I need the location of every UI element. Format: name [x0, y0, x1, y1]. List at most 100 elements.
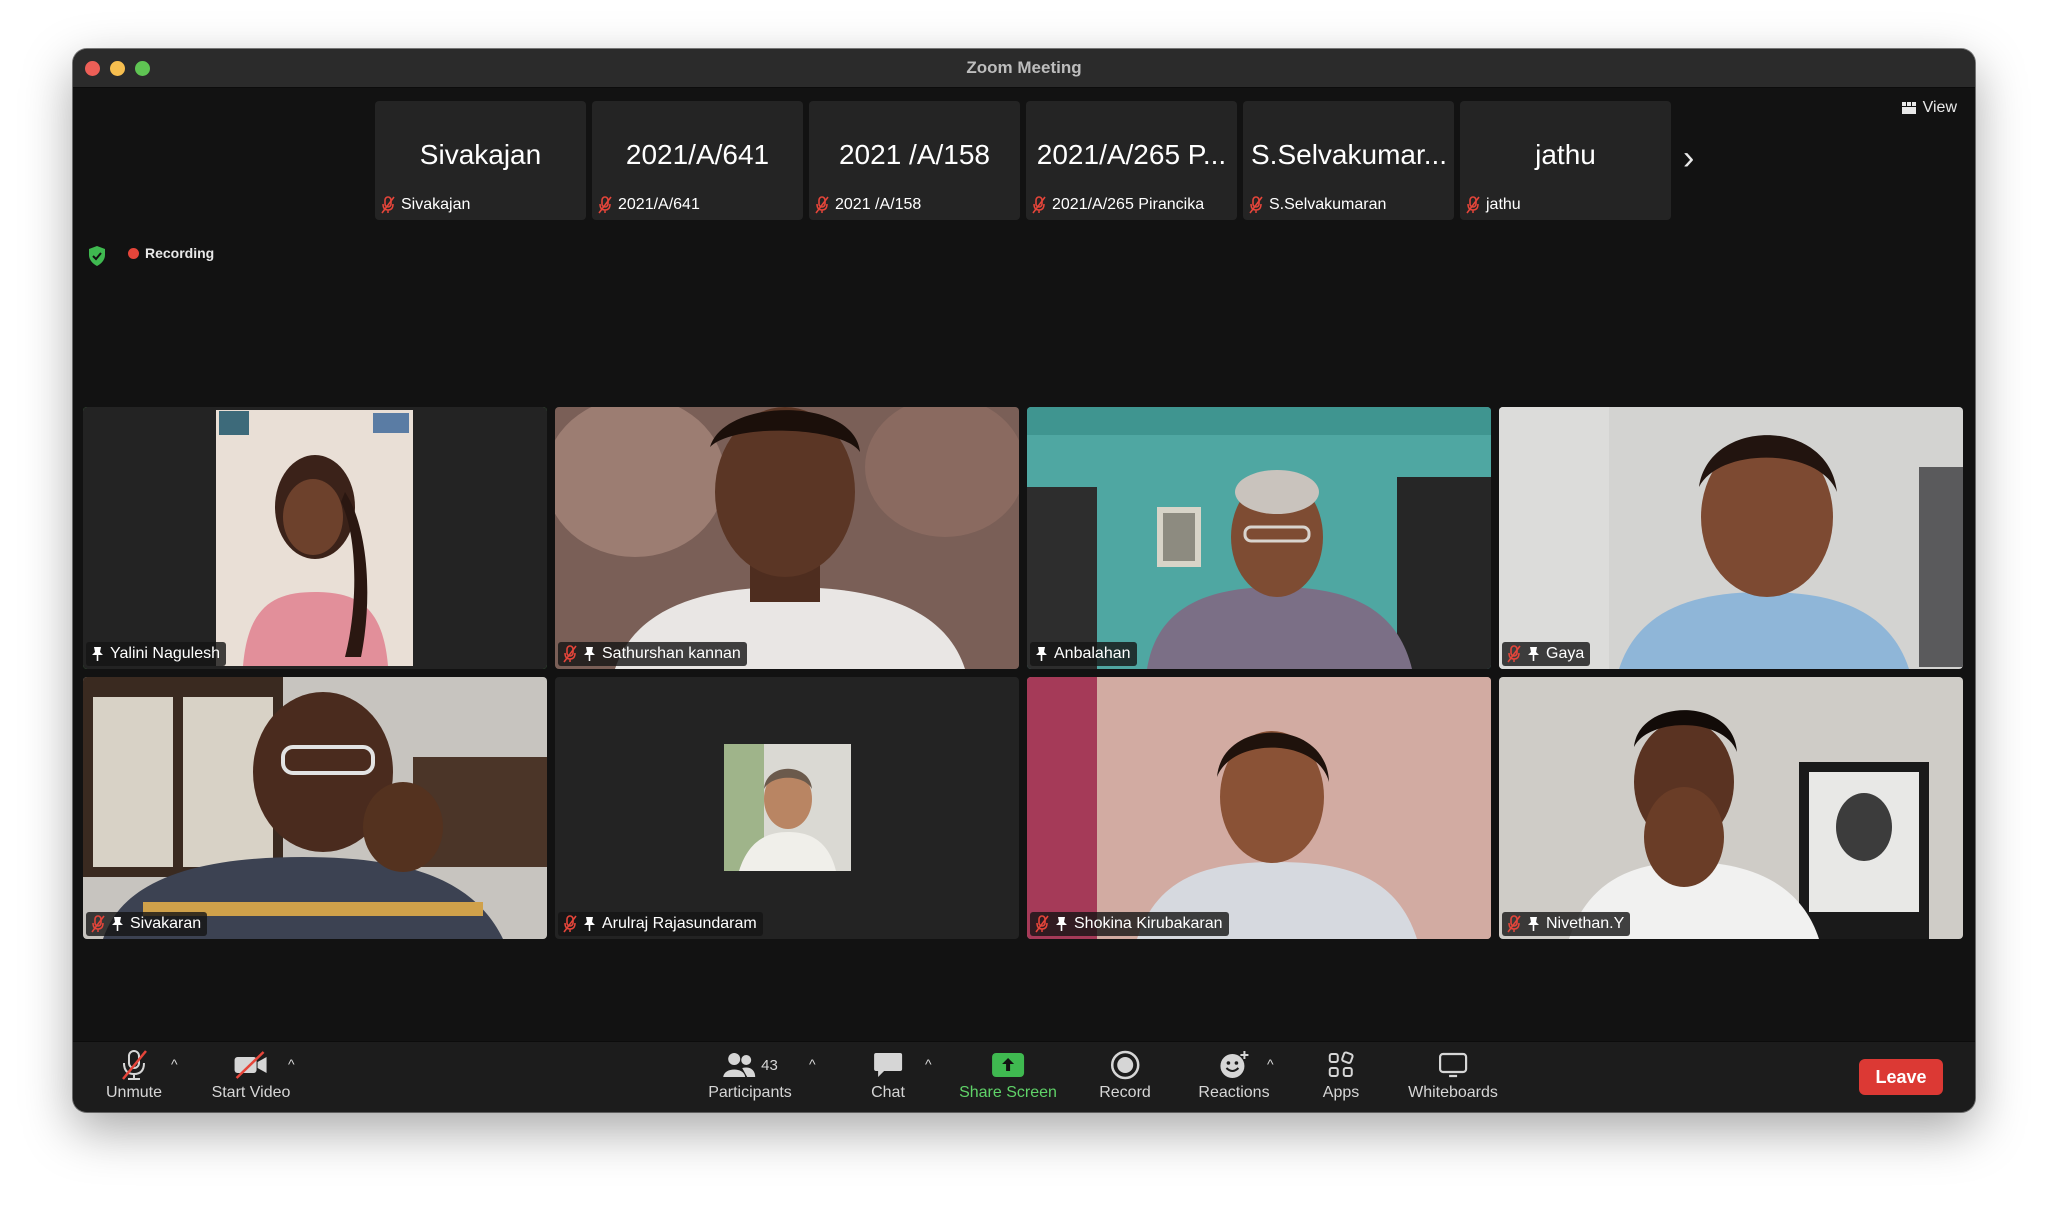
mic-muted-icon [122, 1050, 147, 1080]
participant-name-tag: Nivethan.Y [1502, 912, 1631, 936]
view-button[interactable]: View [1901, 99, 1957, 117]
participants-options-chevron-up-icon[interactable]: ^ [809, 1056, 816, 1072]
record-label: Record [1099, 1084, 1151, 1101]
video-tile[interactable]: Anbalahan [1027, 407, 1491, 669]
video-tile[interactable]: Yalini Nagulesh [83, 407, 547, 669]
video-off-icon [235, 1051, 267, 1079]
share-screen-label: Share Screen [959, 1084, 1057, 1101]
video-feed [1499, 677, 1963, 939]
strip-name-label: 2021/A/265 Pirancika [1052, 196, 1205, 213]
chevron-right-icon[interactable]: › [1683, 141, 1694, 175]
participant-name: Anbalahan [1054, 645, 1131, 662]
video-tile[interactable]: Arulraj Rajasundaram [555, 677, 1019, 939]
video-tile[interactable]: Shokina Kirubakaran [1027, 677, 1491, 939]
whiteboards-label: Whiteboards [1408, 1084, 1498, 1101]
strip-display-name: jathu [1535, 139, 1596, 170]
reactions-button[interactable]: Reactions [1198, 1048, 1270, 1102]
unmute-button[interactable]: Unmute [106, 1048, 162, 1102]
reactions-label: Reactions [1198, 1084, 1270, 1101]
pin-icon [584, 917, 595, 931]
chat-button[interactable]: Chat [871, 1048, 905, 1102]
view-label: View [1922, 99, 1957, 116]
whiteboard-icon [1438, 1052, 1468, 1078]
strip-name-tag: jathu [1466, 196, 1521, 214]
apps-label: Apps [1322, 1084, 1360, 1101]
participant-name-tag: Sivakaran [86, 912, 208, 936]
participant-name-tag: Arulraj Rajasundaram [558, 912, 763, 936]
strip-name-tag: 2021/A/265 Pirancika [1032, 196, 1204, 214]
video-tile[interactable]: Sivakaran [83, 677, 547, 939]
strip-name-label: Sivakajan [401, 196, 471, 213]
video-feed [1499, 407, 1963, 669]
video-tile[interactable]: Sathurshan kannan [555, 407, 1019, 669]
title-bar: Zoom Meeting [73, 49, 1975, 88]
participant-name-tag: Shokina Kirubakaran [1030, 912, 1229, 936]
video-feed [1027, 677, 1491, 939]
participant-name: Sivakaran [130, 915, 202, 932]
pin-icon [1036, 647, 1047, 661]
participant-strip: Sivakajan Sivakajan 2021/A/641 2021/A/64… [375, 101, 1671, 220]
participant-count: 43 [761, 1056, 778, 1074]
strip-tile[interactable]: 2021 /A/158 2021 /A/158 [809, 101, 1020, 220]
strip-name-label: 2021 /A/158 [835, 196, 922, 213]
pin-icon [1056, 917, 1067, 931]
participant-name: Arulraj Rajasundaram [602, 915, 757, 932]
chat-options-chevron-up-icon[interactable]: ^ [925, 1056, 932, 1072]
strip-tile[interactable]: Sivakajan Sivakajan [375, 101, 586, 220]
strip-tile[interactable]: jathu jathu [1460, 101, 1671, 220]
meeting-toolbar: Unmute ^ Start Video ^ 43 Participants ^… [73, 1041, 1975, 1112]
video-tile[interactable]: Nivethan.Y [1499, 677, 1963, 939]
video-feed [555, 407, 1019, 669]
participant-name-tag: Sathurshan kannan [558, 642, 747, 666]
strip-tile[interactable]: S.Selvakumar... S.Selvakumaran [1243, 101, 1454, 220]
unmute-label: Unmute [105, 1084, 163, 1101]
participants-button[interactable]: 43 Participants [708, 1048, 792, 1102]
strip-display-name: Sivakajan [419, 139, 542, 170]
whiteboards-button[interactable]: Whiteboards [1408, 1048, 1498, 1102]
strip-display-name: S.Selvakumar... [1251, 139, 1446, 170]
pin-icon [1528, 917, 1539, 931]
window-title: Zoom Meeting [966, 58, 1082, 77]
mic-muted-icon [91, 915, 105, 933]
mic-muted-icon [1035, 915, 1049, 933]
video-feed [1027, 407, 1491, 669]
recording-dot-icon [128, 247, 139, 259]
participant-name: Shokina Kirubakaran [1074, 915, 1223, 932]
recording-indicator[interactable]: Recording [128, 245, 214, 261]
video-feed [83, 407, 547, 669]
mic-muted-icon [1466, 196, 1480, 214]
recording-label: Recording [145, 245, 215, 261]
audio-options-chevron-up-icon[interactable]: ^ [171, 1056, 178, 1072]
leave-button[interactable]: Leave [1859, 1059, 1943, 1095]
start-video-button[interactable]: Start Video [212, 1048, 290, 1102]
mic-muted-icon [815, 196, 829, 214]
mic-muted-icon [1507, 915, 1521, 933]
apps-icon [1329, 1051, 1354, 1077]
pin-icon [112, 917, 123, 931]
participant-name: Yalini Nagulesh [110, 645, 220, 662]
reactions-icon [1220, 1051, 1248, 1078]
strip-tile[interactable]: 2021/A/641 2021/A/641 [592, 101, 803, 220]
record-button[interactable]: Record [1099, 1048, 1151, 1102]
strip-tile[interactable]: 2021/A/265 P... 2021/A/265 Pirancika [1026, 101, 1237, 220]
mic-muted-icon [1507, 645, 1521, 663]
participant-name: Gaya [1546, 645, 1585, 662]
apps-button[interactable]: Apps [1323, 1048, 1359, 1102]
strip-name-label: jathu [1486, 196, 1521, 213]
strip-name-label: 2021/A/641 [618, 196, 700, 213]
mic-muted-icon [563, 645, 577, 663]
strip-name-tag: S.Selvakumaran [1249, 196, 1386, 214]
strip-name-tag: Sivakajan [381, 196, 470, 214]
reactions-options-chevron-up-icon[interactable]: ^ [1267, 1056, 1274, 1072]
video-grid: Yalini Nagulesh Sathurshan kannan Anbala… [83, 407, 1963, 939]
shield-icon[interactable] [87, 245, 107, 267]
view-icon [1901, 102, 1916, 114]
video-options-chevron-up-icon[interactable]: ^ [288, 1056, 295, 1072]
mic-muted-icon [381, 196, 395, 214]
participants-label: Participants [708, 1084, 792, 1101]
video-tile[interactable]: Gaya [1499, 407, 1963, 669]
strip-display-name: 2021/A/265 P... [1036, 139, 1227, 170]
participant-name-tag: Anbalahan [1030, 642, 1137, 666]
mic-muted-icon [1032, 196, 1046, 214]
share-screen-button[interactable]: Share Screen [959, 1048, 1057, 1102]
